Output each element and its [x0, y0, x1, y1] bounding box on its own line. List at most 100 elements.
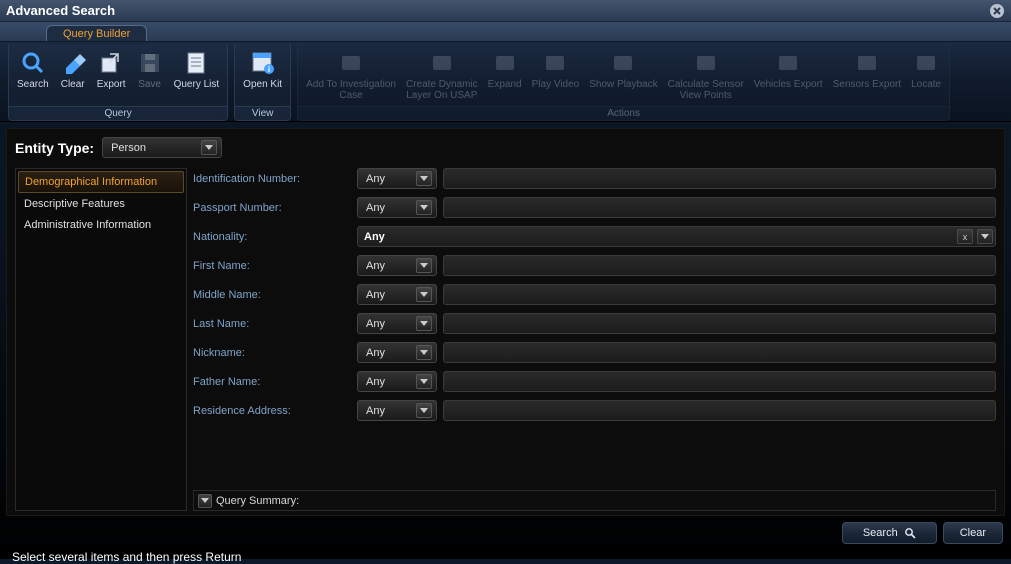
tab-label: Query Builder: [63, 28, 130, 40]
field-input[interactable]: [443, 400, 996, 421]
ribbon-btn-add-to-investigation-case: Add To Investigation Case: [302, 47, 400, 106]
ribbon-btn-label: Search: [17, 79, 49, 90]
window-title: Advanced Search: [6, 3, 115, 18]
nationality-field[interactable]: Anyx: [357, 226, 996, 247]
entity-type-label: Entity Type:: [15, 140, 94, 156]
ribbon-btn-label: Export: [97, 79, 126, 90]
close-icon[interactable]: [989, 3, 1005, 19]
search-icon: [904, 527, 916, 539]
entity-type-select[interactable]: Person: [102, 137, 222, 158]
field-label: Residence Address:: [193, 405, 351, 417]
ribbon-btn-search[interactable]: Search: [13, 47, 53, 106]
field-row: Middle Name: Any: [193, 284, 996, 305]
side-tab-demographical-information[interactable]: Demographical Information: [18, 171, 184, 193]
clear-nationality-icon[interactable]: x: [957, 229, 973, 244]
field-row: First Name: Any: [193, 255, 996, 276]
field-input[interactable]: [443, 284, 996, 305]
ribbon-group-label: View: [235, 106, 290, 120]
operator-value: Any: [366, 173, 410, 185]
operator-select[interactable]: Any: [357, 168, 437, 189]
operator-select[interactable]: Any: [357, 284, 437, 305]
chevron-down-icon: [201, 140, 217, 155]
field-label: Father Name:: [193, 376, 351, 388]
chevron-down-icon[interactable]: [977, 229, 993, 244]
operator-select[interactable]: Any: [357, 400, 437, 421]
ribbon-btn-calculate-sensor-view-points: Calculate Sensor View Points: [664, 47, 748, 106]
operator-value: Any: [366, 405, 410, 417]
operator-select[interactable]: Any: [357, 371, 437, 392]
briefcase-icon: [337, 49, 365, 77]
field-input[interactable]: [443, 371, 996, 392]
ribbon-group-actions: Add To Investigation Case Create Dynamic …: [297, 44, 950, 121]
ribbon-btn-locate: Locate: [907, 47, 945, 106]
ribbon-btn-label: Play Video: [532, 79, 580, 90]
play-video-icon: [541, 49, 569, 77]
field-label: Nickname:: [193, 347, 351, 359]
query-summary-toggle[interactable]: [198, 494, 212, 508]
chevron-down-icon: [416, 258, 432, 273]
operator-value: Any: [366, 260, 410, 272]
field-label: Identification Number:: [193, 173, 351, 185]
field-input[interactable]: [443, 313, 996, 334]
ribbon-btn-label: Vehicles Export: [754, 79, 823, 90]
expand-icon: [491, 49, 519, 77]
field-input[interactable]: [443, 197, 996, 218]
operator-select[interactable]: Any: [357, 313, 437, 334]
export-icon: [97, 49, 125, 77]
tab-query-builder[interactable]: Query Builder: [46, 25, 147, 41]
operator-select[interactable]: Any: [357, 255, 437, 276]
ribbon-group-query: Search Clear Export SaveQuery ListQuery: [8, 44, 228, 121]
field-row: Identification Number: Any: [193, 168, 996, 189]
field-input[interactable]: [443, 342, 996, 363]
nationality-value: Any: [364, 231, 953, 243]
ribbon-btn-query-list[interactable]: Query List: [170, 47, 224, 106]
chevron-down-icon: [416, 345, 432, 360]
field-row: Passport Number: Any: [193, 197, 996, 218]
field-label: Middle Name:: [193, 289, 351, 301]
field-input[interactable]: [443, 255, 996, 276]
ribbon-btn-label: Create Dynamic Layer On USAP: [406, 79, 478, 101]
ribbon-btn-label: Calculate Sensor View Points: [668, 79, 744, 101]
operator-select[interactable]: Any: [357, 197, 437, 218]
operator-value: Any: [366, 289, 410, 301]
clear-button-label: Clear: [960, 527, 986, 539]
ribbon-btn-save: Save: [132, 47, 168, 106]
sensor-icon: [692, 49, 720, 77]
field-input[interactable]: [443, 168, 996, 189]
field-label: Last Name:: [193, 318, 351, 330]
query-list-icon: [182, 49, 210, 77]
entity-type-value: Person: [111, 142, 195, 154]
svg-text:i: i: [268, 65, 270, 74]
field-row: Father Name: Any: [193, 371, 996, 392]
eraser-icon: [59, 49, 87, 77]
ribbon-btn-open-kit[interactable]: iOpen Kit: [239, 47, 286, 106]
field-label: Passport Number:: [193, 202, 351, 214]
ribbon-btn-export[interactable]: Export: [93, 47, 130, 106]
ribbon-btn-label: Show Playback: [589, 79, 657, 90]
field-label: First Name:: [193, 260, 351, 272]
vehicles-icon: [774, 49, 802, 77]
clear-button[interactable]: Clear: [943, 522, 1003, 544]
search-icon: [19, 49, 47, 77]
ribbon-group-label: Actions: [298, 106, 949, 120]
operator-value: Any: [366, 347, 410, 359]
locate-icon: [912, 49, 940, 77]
side-tab-administrative-information[interactable]: Administrative Information: [18, 215, 184, 235]
ribbon-btn-expand: Expand: [484, 47, 526, 106]
save-icon: [136, 49, 164, 77]
operator-value: Any: [366, 318, 410, 330]
ribbon-btn-clear[interactable]: Clear: [55, 47, 91, 106]
chevron-down-icon: [416, 316, 432, 331]
search-button-label: Search: [863, 527, 898, 539]
ribbon-btn-label: Add To Investigation Case: [306, 79, 396, 101]
search-button[interactable]: Search: [842, 522, 937, 544]
ribbon-btn-sensors-export: Sensors Export: [829, 47, 905, 106]
status-text: Select several items and then press Retu…: [12, 550, 241, 564]
field-row: Last Name: Any: [193, 313, 996, 334]
operator-select[interactable]: Any: [357, 342, 437, 363]
side-tab-descriptive-features[interactable]: Descriptive Features: [18, 194, 184, 214]
sensors-icon: [853, 49, 881, 77]
ribbon-btn-play-video: Play Video: [528, 47, 584, 106]
ribbon-group-label: Query: [9, 106, 227, 120]
open-kit-icon: i: [249, 49, 277, 77]
